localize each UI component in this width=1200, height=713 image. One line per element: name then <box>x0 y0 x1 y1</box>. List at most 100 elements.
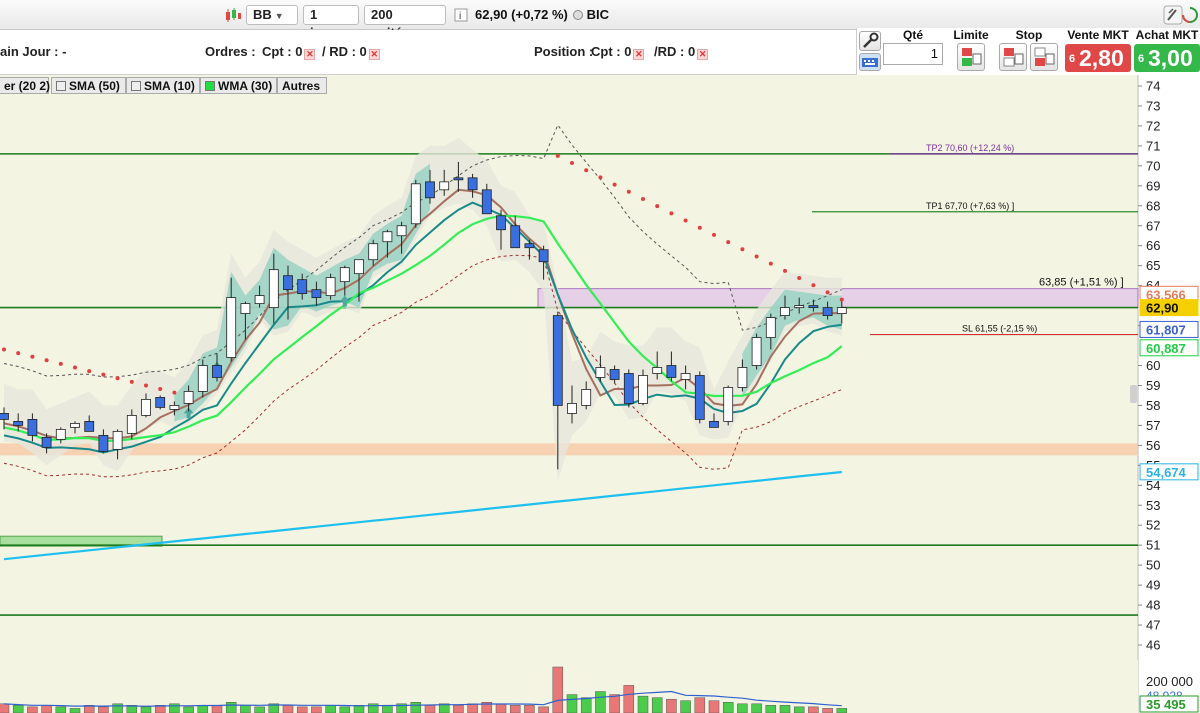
candle-body <box>794 305 805 309</box>
refresh-icon[interactable] <box>1181 6 1199 24</box>
sar-dot <box>30 354 35 359</box>
candle-body <box>325 277 336 297</box>
volume-bar <box>552 666 564 713</box>
period-select[interactable]: 1 jour▼ <box>303 5 359 40</box>
sar-dot <box>811 283 816 288</box>
sar-dot <box>626 189 631 194</box>
volume-bar <box>211 705 223 713</box>
exchange-radio[interactable]: BIC <box>573 7 609 22</box>
buy-market-button[interactable]: 6 3,00 <box>1134 44 1200 72</box>
sar-dot <box>555 153 560 158</box>
exchange-label: BIC <box>586 7 610 22</box>
volume-bar <box>140 706 152 713</box>
volume-bar <box>751 703 762 713</box>
volume-marker-label: 35 495 <box>1146 697 1186 712</box>
sar-dot <box>839 297 844 302</box>
volume-bar <box>55 706 67 713</box>
volume-bar <box>197 705 209 713</box>
tab-indicator-other[interactable]: Autres <box>277 77 327 94</box>
sar-dot <box>73 365 77 370</box>
candle-body <box>410 183 421 225</box>
indicator-select[interactable]: BB ▼ <box>246 5 298 25</box>
candle-body <box>496 215 506 231</box>
candle-body <box>751 337 762 366</box>
candle-body <box>808 305 819 309</box>
top-toolbar: BB▼ 1 jour▼ 200 unités▼ i 62,90 (+0,72 %… <box>0 0 1200 40</box>
units-select[interactable]: 200 unités▼ <box>364 5 446 40</box>
tab-indicator-sma10[interactable]: SMA (10) <box>126 77 200 94</box>
price-marker-label: 60,887 <box>1146 341 1186 356</box>
volume-bar <box>708 700 720 713</box>
volume-bar <box>240 705 251 713</box>
volume-bar <box>410 702 422 713</box>
cancel-icon[interactable]: ✕ <box>697 49 709 60</box>
volume-bar <box>467 703 478 713</box>
volume-bar <box>779 705 791 713</box>
cancel-icon[interactable]: ✕ <box>304 49 316 60</box>
cancel-icon[interactable]: ✕ <box>368 49 380 60</box>
candle-body <box>638 375 648 404</box>
candle-body <box>41 436 52 448</box>
swatch-icon <box>205 81 215 91</box>
axis-tick-label: 74 <box>1146 79 1160 94</box>
axis-tick-label: 68 <box>1146 198 1160 213</box>
candle-body <box>439 181 450 191</box>
volume-bar <box>382 705 393 713</box>
volume-bar <box>722 702 734 713</box>
position-rd-value: /RD : 0 <box>654 44 696 59</box>
volume-bar <box>453 705 464 713</box>
sar-dot <box>115 376 120 381</box>
volume-bar <box>609 694 620 713</box>
axis-tick-label: 52 <box>1146 518 1160 533</box>
orders-cpt-value: Cpt : 0 <box>262 44 303 59</box>
candlestick-chart-icon[interactable] <box>224 6 242 24</box>
candle-body <box>609 369 620 380</box>
candle-body <box>98 434 109 452</box>
candle-body <box>666 365 677 378</box>
cancel-icon[interactable]: ✕ <box>633 49 645 60</box>
tab-label: SMA (10) <box>144 79 195 93</box>
stop-buy-icon[interactable] <box>1030 43 1058 71</box>
volume-bar <box>69 708 81 713</box>
candle-body <box>70 422 80 428</box>
svg-text:i: i <box>459 11 461 22</box>
quantity-input[interactable]: 1 <box>883 43 943 65</box>
tab-indicator-bollinger[interactable]: er (20 2) <box>0 77 51 94</box>
tools-icon[interactable] <box>1163 5 1183 25</box>
keyboard-icon[interactable] <box>859 53 881 71</box>
price-marker-label: 61,807 <box>1146 322 1186 337</box>
candle-body <box>737 367 748 388</box>
candle-body <box>339 267 350 283</box>
candle-body <box>652 367 663 374</box>
candle-body <box>226 297 237 358</box>
candle-body <box>212 365 222 378</box>
volume-bar <box>623 685 635 713</box>
stop-sell-icon[interactable] <box>999 43 1027 71</box>
axis-scroll-handle[interactable] <box>1130 385 1137 403</box>
quote-text: 62,90 (+0,72 %) <box>475 7 568 22</box>
axis-tick-label: 70 <box>1146 158 1160 173</box>
candle-body <box>510 225 521 249</box>
candle-body <box>723 387 734 422</box>
volume-bar <box>509 705 521 713</box>
candle-body <box>467 177 478 191</box>
price-marker-label: 54,674 <box>1146 465 1187 480</box>
price-chart[interactable]: TP2 70,60 (+12,24 %) TP1 67,70 (+7,63 %) … <box>0 75 1200 713</box>
volume-bar <box>495 703 507 713</box>
sar-dot <box>101 372 106 377</box>
limit-order-icon[interactable] <box>957 43 985 71</box>
info-icon[interactable]: i <box>454 8 472 26</box>
price-marker-label: 62,90 <box>1146 301 1179 316</box>
sell-market-button[interactable]: 6 2,80 <box>1065 44 1131 72</box>
sar-dot <box>655 204 660 209</box>
volume-bar <box>424 705 436 713</box>
wrench-icon[interactable] <box>859 31 881 51</box>
candle-body <box>197 365 208 392</box>
sar-dot <box>712 232 716 237</box>
tab-label: er (20 2) <box>4 79 51 93</box>
candle-body <box>13 420 24 426</box>
tab-indicator-sma50[interactable]: SMA (50) <box>51 77 126 94</box>
tab-indicator-wma30[interactable]: WMA (30) <box>200 77 277 94</box>
orders-rd: / RD : 0 ✕ <box>322 44 380 60</box>
volume-bar <box>822 708 833 713</box>
